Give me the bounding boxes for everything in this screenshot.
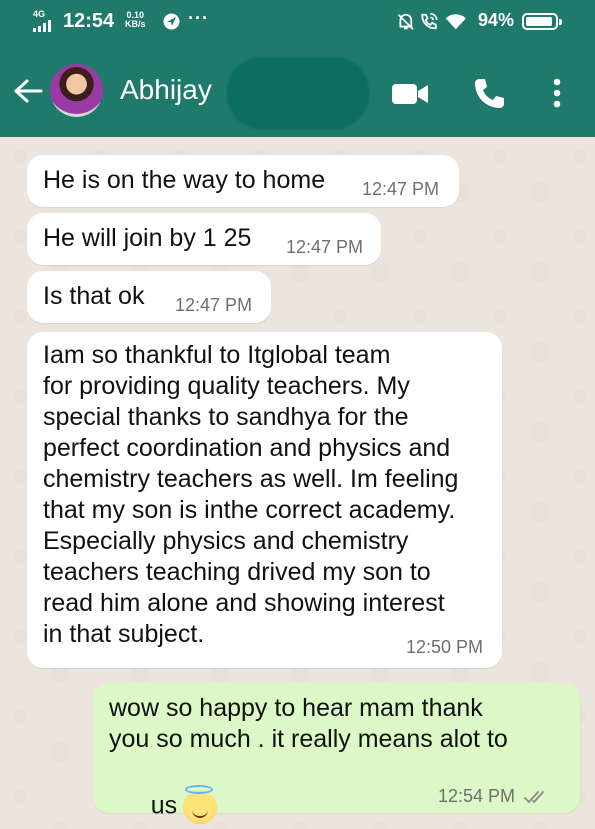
outgoing-message[interactable]: wow so happy to hear mam thank you so mu… xyxy=(93,683,580,824)
message-list[interactable]: He is on the way to home 12:47 PM He wil… xyxy=(0,137,595,829)
message-time: 12:47 PM xyxy=(286,237,364,257)
incoming-message[interactable]: He will join by 1 25 12:47 PM xyxy=(27,213,381,265)
message-line: in that subject. xyxy=(43,620,205,648)
message-line: wow so happy to hear mam thank xyxy=(109,694,483,722)
message-line: teachers teaching drived my son to xyxy=(43,558,431,586)
message-text: He will join by 1 25 xyxy=(43,224,252,252)
silent-bell-icon xyxy=(397,13,414,30)
status-time: 12:54 xyxy=(63,10,115,32)
wifi-icon xyxy=(445,14,466,30)
message-line: chemistry teachers as well. Im feeling xyxy=(43,465,459,493)
message-line: perfect coordination and physics and xyxy=(43,434,451,462)
more-notifications-icon: ··· xyxy=(188,8,209,28)
navigation-notification-icon xyxy=(163,13,180,30)
network-type: 4G xyxy=(33,9,46,19)
battery-icon xyxy=(522,13,562,30)
chat-header: Abhijay xyxy=(0,44,595,137)
status-bar: 4G 12:54 0.10 KB/s ··· 94% xyxy=(0,0,595,44)
message-line: read him alone and showing interest xyxy=(43,589,445,617)
read-double-tick-icon xyxy=(524,791,544,804)
message-line: for providing quality teachers. My xyxy=(43,372,410,400)
contact-name[interactable]: Abhijay xyxy=(120,74,212,106)
message-time: 12:50 PM xyxy=(406,637,484,657)
battery-level-fill xyxy=(526,17,553,26)
app-bar: 4G 12:54 0.10 KB/s ··· 94% Abhijay xyxy=(0,0,595,137)
wifi-calling-icon xyxy=(421,13,438,30)
message-time: 12:47 PM xyxy=(175,295,253,315)
message-line: that my son is inthe correct academy. xyxy=(43,496,456,524)
message-time: 12:54 PM xyxy=(438,786,550,806)
status-icons xyxy=(397,13,466,30)
video-call-icon[interactable] xyxy=(391,82,429,106)
network-speed: 0.10 KB/s xyxy=(125,11,146,29)
smiling-face-with-halo-emoji-icon xyxy=(183,785,218,824)
battery-percent: 94% xyxy=(478,10,515,30)
incoming-message[interactable]: Is that ok 12:47 PM xyxy=(27,271,271,323)
contact-avatar[interactable] xyxy=(50,64,103,117)
incoming-message[interactable]: Iam so thankful to Itglobal team for pro… xyxy=(27,332,502,668)
redaction-mark xyxy=(227,57,369,129)
message-text: He is on the way to home xyxy=(43,166,326,194)
message-last-line: us xyxy=(109,759,218,829)
message-text: Is that ok xyxy=(43,282,145,310)
message-line: you so much . it really means alot to xyxy=(109,725,508,753)
incoming-message[interactable]: He is on the way to home 12:47 PM xyxy=(27,155,459,207)
message-time-text: 12:54 PM xyxy=(438,786,516,806)
message-time: 12:47 PM xyxy=(362,179,440,199)
message-line: us xyxy=(150,791,178,820)
message-line: special thanks to sandhya for the xyxy=(43,403,409,431)
signal-strength-icon xyxy=(33,20,55,32)
network-speed-unit: KB/s xyxy=(125,19,146,29)
voice-call-icon[interactable] xyxy=(473,77,505,109)
back-arrow-icon[interactable] xyxy=(13,78,43,104)
message-line: Iam so thankful to Itglobal team xyxy=(43,341,391,369)
message-line: Especially physics and chemistry xyxy=(43,527,409,555)
more-options-icon[interactable] xyxy=(549,77,565,109)
